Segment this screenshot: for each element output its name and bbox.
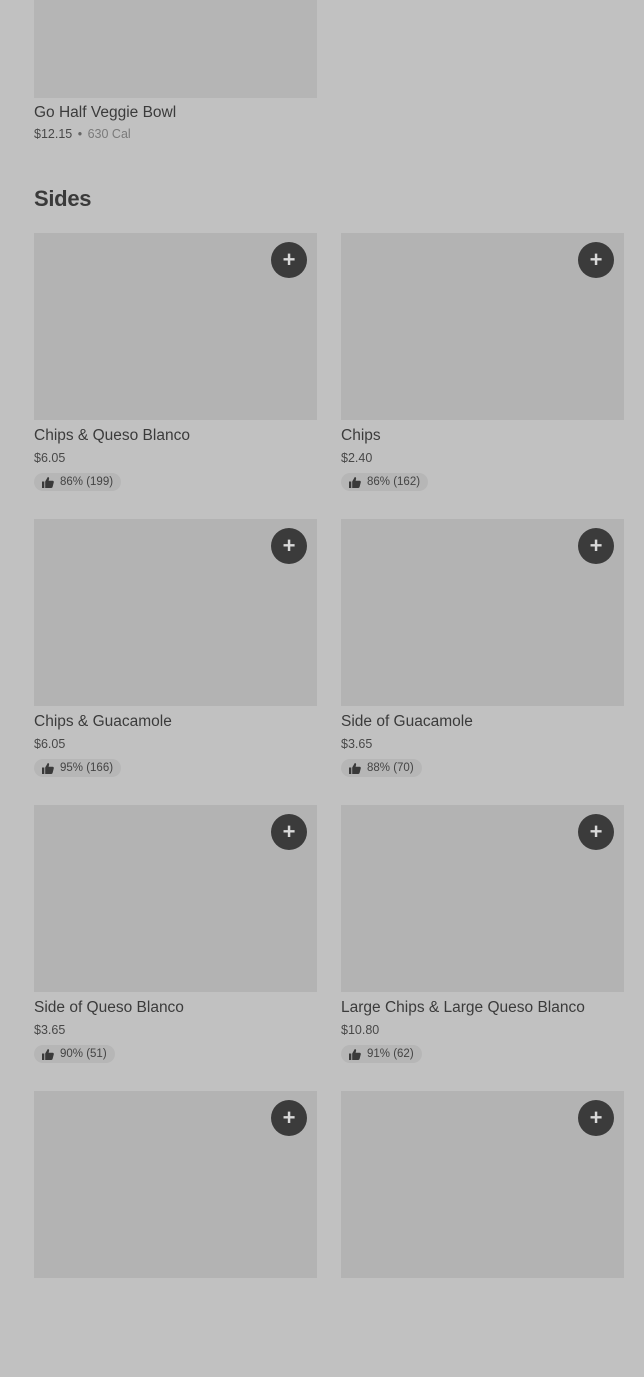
rating-badge: 90% (51) [34,1045,115,1063]
item-price: $12.15 [34,127,73,141]
add-item-button[interactable]: + [271,528,307,564]
menu-item-card[interactable]: + Large Chips & Large Queso Blanco $10.8… [341,805,624,1091]
item-image[interactable]: + [341,519,624,706]
rating-badge: 86% (199) [34,473,122,491]
rating-badge: 86% (162) [341,473,429,491]
add-item-button[interactable]: + [271,814,307,850]
rating-text: 86% (199) [60,476,114,488]
thumbs-up-icon [42,1048,54,1060]
rating-text: 95% (166) [60,762,114,774]
plus-icon: + [589,1105,603,1130]
menu-item-card[interactable]: + Side of Guacamole $3.65 88% (70) [341,519,624,805]
menu-item-card[interactable]: + Chips $2.40 86% (162) [341,233,624,519]
menu-item-card[interactable]: + Chips & Guacamole $6.05 95% (166) [34,519,317,805]
item-price: $10.80 [341,1023,380,1037]
item-image[interactable]: + [34,1091,317,1278]
thumbs-up-icon [42,762,54,774]
item-image[interactable]: + [34,519,317,706]
add-item-button[interactable]: + [578,242,614,278]
item-name: Large Chips & Large Queso Blanco [341,999,585,1016]
add-item-button[interactable]: + [578,528,614,564]
item-price: $2.40 [341,451,373,465]
add-item-button[interactable]: + [271,1100,307,1136]
add-item-button[interactable]: + [578,814,614,850]
rating-badge: 95% (166) [34,759,122,777]
rating-text: 88% (70) [367,762,414,774]
thumbs-up-icon [349,476,361,488]
sides-grid: + Chips & Queso Blanco $6.05 86% (199) +… [34,233,624,1377]
rating-badge: 91% (62) [341,1045,422,1063]
rating-text: 90% (51) [60,1048,107,1060]
menu-item-card[interactable]: Go Half Veggie Bowl $12.15 • 630 Cal [34,0,317,142]
rating-text: 86% (162) [367,476,421,488]
add-item-button[interactable]: + [271,242,307,278]
item-image[interactable]: + [34,805,317,992]
item-calories: 630 Cal [87,127,131,141]
plus-icon: + [589,533,603,558]
item-price: $3.65 [341,737,373,751]
item-price: $3.65 [34,1023,66,1037]
plus-icon: + [282,247,296,272]
item-image[interactable] [34,0,317,98]
item-image[interactable]: + [341,1091,624,1278]
item-name: Chips [341,427,381,444]
plus-icon: + [282,1105,296,1130]
item-name: Go Half Veggie Bowl [34,104,177,121]
section-title: Sides [34,186,92,211]
plus-icon: + [589,819,603,844]
item-price: $6.05 [34,737,66,751]
item-image[interactable]: + [34,233,317,420]
thumbs-up-icon [349,1048,361,1060]
plus-icon: + [282,533,296,558]
item-price: $6.05 [34,451,66,465]
item-meta: $12.15 • 630 Cal [34,126,317,142]
menu-item-card[interactable]: + [34,1091,317,1377]
add-item-button[interactable]: + [578,1100,614,1136]
plus-icon: + [282,819,296,844]
item-name: Chips & Queso Blanco [34,427,190,444]
plus-icon: + [589,247,603,272]
item-image[interactable]: + [341,805,624,992]
separator: • [77,127,83,141]
rating-badge: 88% (70) [341,759,422,777]
menu-item-card[interactable]: + Side of Queso Blanco $3.65 90% (51) [34,805,317,1091]
item-name: Side of Guacamole [341,713,473,730]
item-image[interactable]: + [341,233,624,420]
menu-item-card[interactable]: + Chips & Queso Blanco $6.05 86% (199) [34,233,317,519]
item-name: Chips & Guacamole [34,713,172,730]
rating-text: 91% (62) [367,1048,414,1060]
thumbs-up-icon [42,476,54,488]
item-name: Side of Queso Blanco [34,999,184,1016]
thumbs-up-icon [349,762,361,774]
menu-item-card[interactable]: + [341,1091,624,1377]
